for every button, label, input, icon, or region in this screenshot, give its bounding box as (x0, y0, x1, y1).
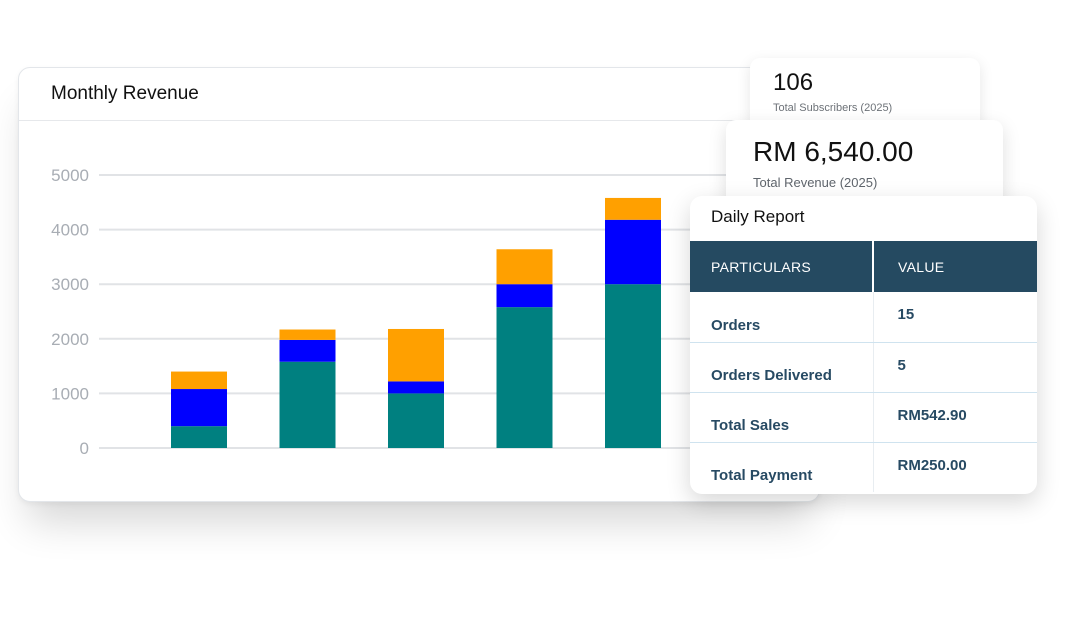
row-value: RM542.90 (872, 392, 1037, 443)
bar-segment (279, 329, 336, 340)
table-row: Total Sales RM542.90 (690, 392, 1037, 443)
row-value: RM250.00 (872, 442, 1037, 492)
row-particular: Total Sales (690, 392, 873, 443)
row-particular: Orders Delivered (690, 342, 873, 393)
row-particular: Orders (690, 292, 873, 343)
subscribers-label: Total Subscribers (2025) (773, 102, 893, 114)
bar-segment (171, 426, 227, 448)
table-row: Orders 15 (690, 292, 1037, 343)
bar-segment (388, 328, 444, 382)
y-tick-label: 5000 (51, 166, 89, 185)
column-header-particulars: PARTICULARS (690, 241, 873, 292)
bar-segment (388, 393, 444, 448)
bar-segment (171, 389, 227, 427)
subscribers-value: 106 (773, 69, 814, 96)
daily-report-card: Daily Report PARTICULARS VALUE Orders 15… (690, 196, 1037, 494)
dashboard-stage: Monthly Revenue 0 1000 2000 3000 4000 5000 10… (0, 0, 1070, 635)
y-tick-label: 1000 (51, 384, 89, 403)
daily-report-table: PARTICULARS VALUE Orders 15 Orders Deliv… (690, 241, 1037, 492)
daily-report-title: Daily Report (711, 207, 805, 226)
table-header-row: PARTICULARS VALUE (690, 241, 1037, 292)
bar-segment (496, 249, 553, 285)
y-tick-label: 3000 (51, 275, 89, 294)
chart-card-header: Monthly Revenue (19, 68, 819, 121)
bar-segment (605, 284, 661, 448)
table-row: Orders Delivered 5 (690, 342, 1037, 393)
row-value: 15 (872, 292, 1037, 343)
bar-segment (496, 284, 553, 308)
column-header-value: VALUE (872, 241, 1037, 292)
table-row: Total Payment RM250.00 (690, 442, 1037, 492)
total-revenue-label: Total Revenue (2025) (753, 175, 878, 190)
y-tick-label: 2000 (51, 330, 89, 349)
bar-segment (279, 339, 336, 362)
bar-segment (171, 371, 227, 390)
bar-segment (605, 197, 661, 220)
chart-title: Monthly Revenue (51, 83, 199, 104)
bar-segment (496, 307, 553, 448)
y-tick-label: 0 (80, 439, 89, 458)
bar-segment (605, 219, 661, 285)
total-revenue-value: RM 6,540.00 (753, 136, 914, 167)
y-tick-label: 4000 (51, 221, 89, 240)
bar-segment (388, 381, 444, 394)
bar-segment (279, 361, 336, 448)
row-particular: Total Payment (711, 467, 813, 484)
row-value: 5 (872, 342, 1037, 393)
